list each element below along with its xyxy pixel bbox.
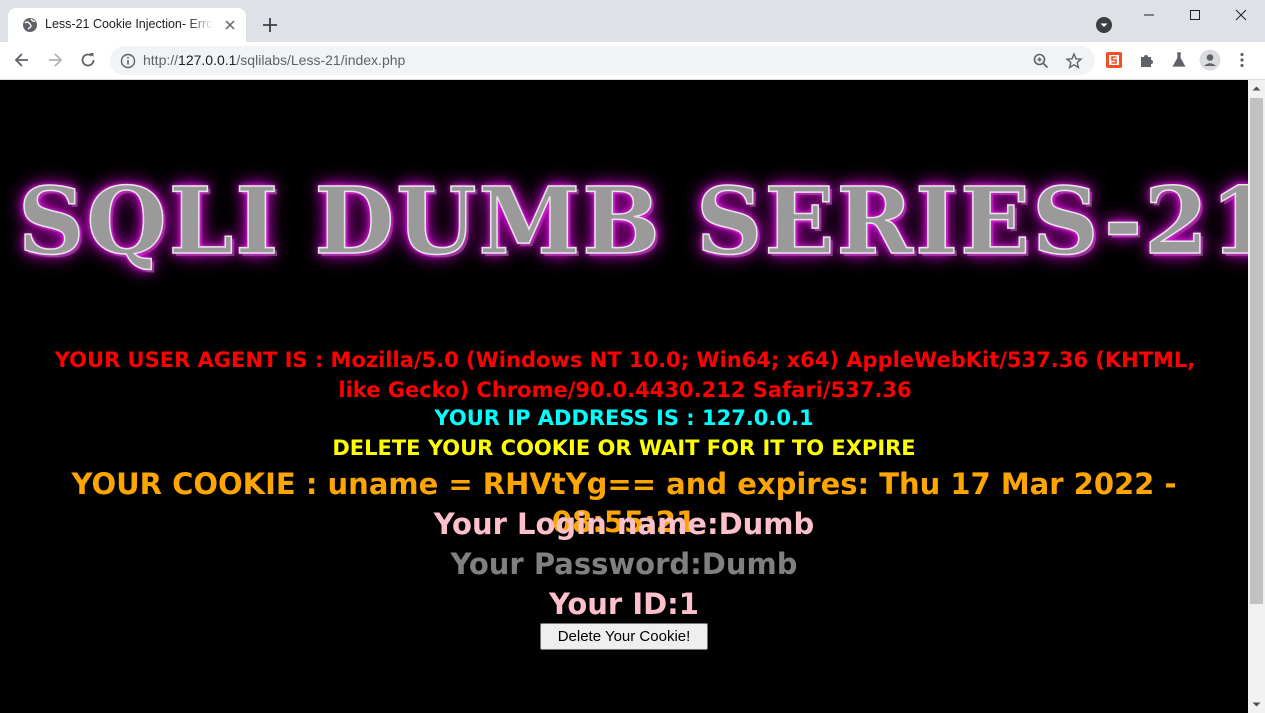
tab-strip: Less-21 Cookie Injection- Error Based- c… [0,0,1265,42]
sqli-dumb-series-banner: SQLI DUMB SERIES-21 [17,166,1248,276]
user-id-text: Your ID:1 [549,587,699,621]
minimize-button[interactable] [1126,0,1172,30]
user-agent-text: YOUR USER AGENT IS : Mozilla/5.0 (Window… [54,348,1196,402]
url-host: 127.0.0.1 [178,52,237,68]
maximize-button[interactable] [1172,0,1218,30]
reload-button[interactable] [78,50,98,70]
delete-cookie-notice: DELETE YOUR COOKIE OR WAIT FOR IT TO EXP… [332,436,916,460]
browser-tab[interactable]: Less-21 Cookie Injection- Error Based- c… [8,8,246,42]
profile-icon[interactable] [1199,49,1221,71]
info-icon[interactable] [120,53,136,69]
address-bar[interactable]: http://127.0.0.1/sqlilabs/Less-21/index.… [110,46,1095,75]
forward-button[interactable] [45,50,65,70]
window-close-button[interactable] [1218,0,1264,30]
tab-title: Less-21 Cookie Injection- Error Based- c… [45,17,213,31]
flask-icon[interactable] [1170,51,1188,69]
close-icon [1235,9,1247,21]
extension-s-icon[interactable] [1105,51,1123,69]
vertical-scrollbar[interactable] [1248,80,1265,713]
url-path: /sqlilabs/Less-21/index.php [236,52,406,68]
globe-icon [23,18,37,32]
zoom-icon[interactable] [1032,52,1050,70]
login-name-text: Your Login name:Dumb [433,507,815,541]
password-text: Your Password:Dumb [450,547,798,581]
delete-cookie-button[interactable]: Delete Your Cookie! [540,623,708,650]
page-content: SQLI DUMB SERIES-21 YOUR USER AGENT IS :… [0,80,1248,713]
puzzle-icon[interactable] [1138,51,1156,69]
url-text[interactable]: http://127.0.0.1/sqlilabs/Less-21/index.… [143,52,405,68]
ip-address-text: YOUR IP ADDRESS IS : 127.0.0.1 [434,406,814,430]
chevron-down-icon[interactable] [1096,17,1112,33]
kebab-menu-icon[interactable] [1233,51,1251,69]
scroll-up-icon[interactable] [1248,80,1265,97]
scroll-down-icon[interactable] [1248,696,1265,713]
maximize-icon [1190,10,1200,20]
minimize-icon [1144,14,1154,16]
url-scheme: http:// [143,52,179,68]
new-tab-button[interactable] [260,15,280,35]
browser-toolbar: http://127.0.0.1/sqlilabs/Less-21/index.… [0,42,1265,80]
close-icon[interactable] [222,17,238,33]
back-button[interactable] [12,50,32,70]
scrollbar-thumb[interactable] [1250,98,1263,604]
star-icon[interactable] [1065,52,1083,70]
